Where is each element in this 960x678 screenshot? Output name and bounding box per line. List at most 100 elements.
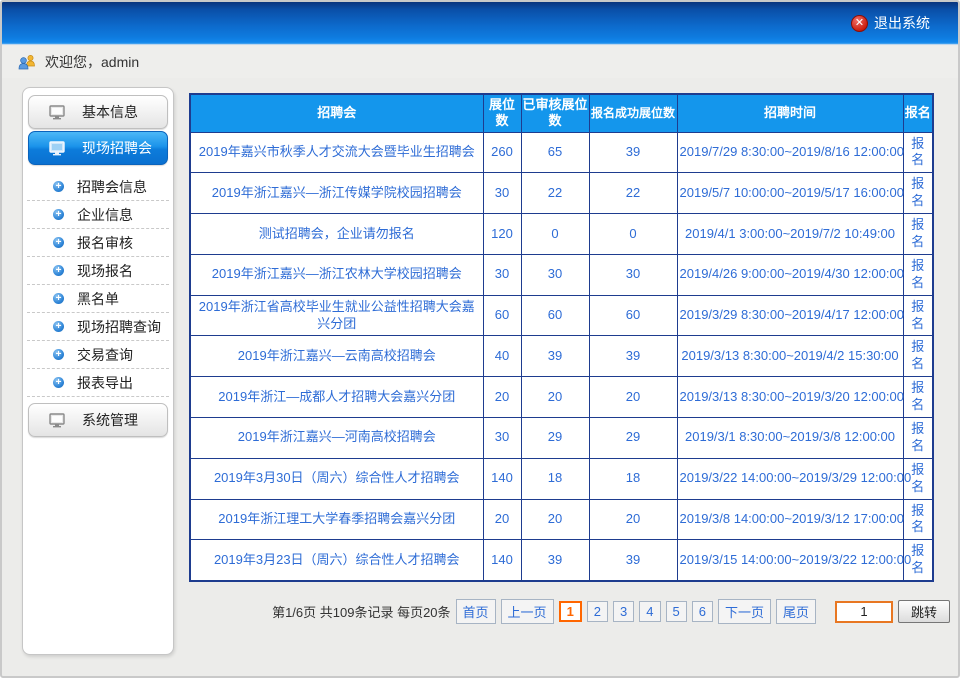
register-link[interactable]: 报名 bbox=[903, 377, 933, 418]
cell-booths: 20 bbox=[483, 499, 521, 540]
register-link[interactable]: 报名 bbox=[903, 499, 933, 540]
jobfair-table-head: 招聘会展位数已审核展位数报名成功展位数招聘时间报名 bbox=[190, 94, 933, 132]
cell-booths: 260 bbox=[483, 132, 521, 173]
plus-circle-icon: + bbox=[53, 265, 64, 276]
cell-approved: 22 bbox=[521, 173, 589, 214]
cell-name: 2019年嘉兴市秋季人才交流大会暨毕业生招聘会 bbox=[190, 132, 483, 173]
cell-name: 2019年3月23日（周六）综合性人才招聘会 bbox=[190, 540, 483, 581]
cell-approved: 60 bbox=[521, 295, 589, 336]
sidebar-subitem[interactable]: + 招聘会信息 bbox=[27, 173, 169, 201]
logout-icon: ✕ bbox=[851, 15, 868, 32]
sidebar-item-onsite-jobfair[interactable]: 现场招聘会 bbox=[28, 131, 168, 165]
sidebar-subitem[interactable]: +黑名单 bbox=[27, 285, 169, 313]
sidebar-subitem-label: 交易查询 bbox=[77, 345, 133, 365]
page-button-2[interactable]: 2 bbox=[587, 601, 608, 622]
page-input[interactable] bbox=[835, 601, 893, 623]
cell-booths: 140 bbox=[483, 458, 521, 499]
page-button-3[interactable]: 3 bbox=[613, 601, 634, 622]
sidebar-submenu: +招聘会信息+企业信息+报名审核+现场报名+黑名单+现场招聘查询+交易查询+报表… bbox=[27, 167, 169, 401]
cell-registered: 39 bbox=[589, 540, 677, 581]
plus-circle-icon: + bbox=[53, 181, 64, 192]
register-link[interactable]: 报名 bbox=[903, 132, 933, 173]
plus-circle-icon: + bbox=[53, 377, 64, 388]
table-row: 2019年3月30日（周六）综合性人才招聘会14018182019/3/22 1… bbox=[190, 458, 933, 499]
logout-button[interactable]: ✕ 退出系统 bbox=[851, 13, 930, 33]
column-header: 招聘会 bbox=[190, 94, 483, 132]
cell-registered: 20 bbox=[589, 499, 677, 540]
users-icon bbox=[18, 54, 37, 70]
column-header: 已审核展位数 bbox=[521, 94, 589, 132]
register-link[interactable]: 报名 bbox=[903, 254, 933, 295]
page-button-5[interactable]: 5 bbox=[666, 601, 687, 622]
register-link[interactable]: 报名 bbox=[903, 173, 933, 214]
sidebar-subitem[interactable]: +交易查询 bbox=[27, 341, 169, 369]
cell-booths: 30 bbox=[483, 417, 521, 458]
cell-approved: 39 bbox=[521, 540, 589, 581]
sidebar-subitem[interactable]: +报表导出 bbox=[27, 369, 169, 397]
sidebar-subitem[interactable]: +现场报名 bbox=[27, 257, 169, 285]
cell-booths: 120 bbox=[483, 214, 521, 255]
table-row: 2019年3月23日（周六）综合性人才招聘会14039392019/3/15 1… bbox=[190, 540, 933, 581]
first-page-button[interactable]: 首页 bbox=[456, 599, 496, 624]
next-page-button[interactable]: 下一页 bbox=[718, 599, 771, 624]
register-link[interactable]: 报名 bbox=[903, 417, 933, 458]
table-row: 2019年浙江嘉兴—浙江传媒学院校园招聘会3022222019/5/7 10:0… bbox=[190, 173, 933, 214]
prev-page-button[interactable]: 上一页 bbox=[501, 599, 554, 624]
welcome-text: 欢迎您，admin bbox=[45, 52, 139, 72]
cell-booths: 30 bbox=[483, 254, 521, 295]
sidebar-item-basic-info[interactable]: 基本信息 bbox=[28, 95, 168, 129]
app-window: ✕ 退出系统 欢迎您，admin 基本信息 bbox=[0, 0, 960, 678]
column-header: 报名成功展位数 bbox=[589, 94, 677, 132]
register-link[interactable]: 报名 bbox=[903, 295, 933, 336]
cell-time: 2019/3/22 14:00:00~2019/3/29 12:00:00 bbox=[677, 458, 903, 499]
cell-name: 2019年浙江嘉兴—云南高校招聘会 bbox=[190, 336, 483, 377]
page-button-1[interactable]: 1 bbox=[559, 601, 582, 622]
cell-approved: 20 bbox=[521, 499, 589, 540]
table-row: 2019年浙江嘉兴—浙江农林大学校园招聘会3030302019/4/26 9:0… bbox=[190, 254, 933, 295]
jump-button[interactable]: 跳转 bbox=[898, 600, 950, 623]
sidebar-subitem[interactable]: +报名审核 bbox=[27, 229, 169, 257]
sidebar-subitem-label: 黑名单 bbox=[77, 289, 119, 309]
cell-booths: 40 bbox=[483, 336, 521, 377]
cell-registered: 18 bbox=[589, 458, 677, 499]
cell-time: 2019/5/7 10:00:00~2019/5/17 16:00:00 bbox=[677, 173, 903, 214]
column-header: 招聘时间 bbox=[677, 94, 903, 132]
cell-time: 2019/3/1 8:30:00~2019/3/8 12:00:00 bbox=[677, 417, 903, 458]
cell-booths: 60 bbox=[483, 295, 521, 336]
table-row: 2019年浙江理工大学春季招聘会嘉兴分团2020202019/3/8 14:00… bbox=[190, 499, 933, 540]
page-number-buttons: 123456 bbox=[559, 601, 713, 622]
cell-registered: 60 bbox=[589, 295, 677, 336]
sidebar-item-system-management[interactable]: 系统管理 bbox=[28, 403, 168, 437]
cell-name: 2019年浙江省高校毕业生就业公益性招聘大会嘉兴分团 bbox=[190, 295, 483, 336]
table-row: 2019年浙江嘉兴—河南高校招聘会3029292019/3/1 8:30:00~… bbox=[190, 417, 933, 458]
register-link[interactable]: 报名 bbox=[903, 336, 933, 377]
cell-name: 2019年浙江—成都人才招聘大会嘉兴分团 bbox=[190, 377, 483, 418]
cell-time: 2019/7/29 8:30:00~2019/8/16 12:00:00 bbox=[677, 132, 903, 173]
sidebar-subitem-label: 企业信息 bbox=[77, 205, 133, 225]
cell-approved: 65 bbox=[521, 132, 589, 173]
cell-name: 2019年浙江嘉兴—河南高校招聘会 bbox=[190, 417, 483, 458]
register-link[interactable]: 报名 bbox=[903, 214, 933, 255]
cell-approved: 39 bbox=[521, 336, 589, 377]
page-button-6[interactable]: 6 bbox=[692, 601, 713, 622]
table-row: 2019年浙江—成都人才招聘大会嘉兴分团2020202019/3/13 8:30… bbox=[190, 377, 933, 418]
sidebar-subitem-label: 招聘会信息 bbox=[77, 177, 147, 197]
sidebar-subitem[interactable]: +现场招聘查询 bbox=[27, 313, 169, 341]
sidebar-subitem[interactable]: +企业信息 bbox=[27, 201, 169, 229]
cell-registered: 20 bbox=[589, 377, 677, 418]
page-button-4[interactable]: 4 bbox=[639, 601, 660, 622]
cell-time: 2019/3/29 8:30:00~2019/4/17 12:00:00 bbox=[677, 295, 903, 336]
cell-name: 2019年浙江嘉兴—浙江农林大学校园招聘会 bbox=[190, 254, 483, 295]
titlebar: ✕ 退出系统 bbox=[2, 2, 958, 45]
cell-approved: 29 bbox=[521, 417, 589, 458]
header-row: 招聘会展位数已审核展位数报名成功展位数招聘时间报名 bbox=[190, 94, 933, 132]
plus-circle-icon: + bbox=[53, 321, 64, 332]
cell-registered: 29 bbox=[589, 417, 677, 458]
last-page-button[interactable]: 尾页 bbox=[776, 599, 816, 624]
monitor-icon bbox=[49, 413, 66, 428]
sidebar-item-label: 系统管理 bbox=[82, 410, 138, 430]
welcome-bar: 欢迎您，admin bbox=[2, 46, 958, 78]
cell-booths: 30 bbox=[483, 173, 521, 214]
table-row: 2019年浙江嘉兴—云南高校招聘会4039392019/3/13 8:30:00… bbox=[190, 336, 933, 377]
column-header: 报名 bbox=[903, 94, 933, 132]
